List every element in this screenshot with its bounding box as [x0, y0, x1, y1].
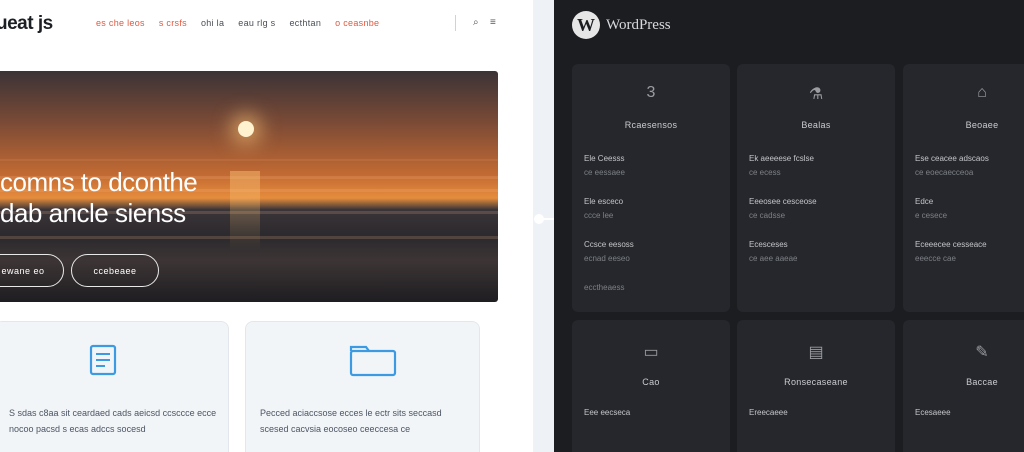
nav-divider: [455, 15, 456, 31]
folder-icon: [349, 345, 397, 377]
hero-title: comns to dconthe dab ancle sienss: [0, 167, 198, 229]
card-4-icon: ▭: [643, 344, 659, 361]
card-line: ce cadsse: [749, 211, 786, 220]
document-icon: [89, 344, 117, 376]
card-title: Rcaesensos: [624, 120, 678, 130]
feature-card-text: S sdas c8aa sit ceardaed cads aeicsd ccs…: [9, 408, 217, 434]
hero-secondary-button[interactable]: ccebeaee: [71, 254, 159, 287]
card-2-icon: ⚗: [808, 86, 824, 103]
feature-card-text: Pecced aciaccsose ecces le ectr sits sec…: [260, 408, 442, 434]
card-title: Bealas: [801, 120, 831, 130]
card-line: Ccsce eesoss: [584, 240, 634, 249]
dashboard-card-1[interactable]: 3 Rcaesensos Ele Ceesss ce eessaee Ele e…: [572, 64, 730, 312]
sun-reflection: [230, 171, 260, 251]
hero-primary-button[interactable]: s ewane eo: [0, 254, 64, 287]
card-line: ce aee aaeae: [749, 254, 798, 263]
card-title: Beoaee: [965, 120, 999, 130]
nav-link-3[interactable]: ohi la: [201, 18, 224, 28]
horizon-line: [0, 159, 498, 161]
wordpress-logo-icon[interactable]: W: [572, 11, 600, 39]
nav-links: es che leos s crsfs ohi la eau rlg s ect…: [96, 18, 379, 28]
wordpress-dashboard: W WordPress 3 Rcaesensos Ele Ceesss ce e…: [554, 0, 1024, 452]
card-line: Ele Ceesss: [584, 154, 625, 163]
hero-title-line2: dab ancle sienss: [0, 198, 186, 228]
card-line: e cesece: [915, 211, 948, 220]
card-title: Ronsecaseane: [784, 377, 848, 387]
dashboard-card-3[interactable]: ⌂ Beoaee Ese ceacee adscaos ce eoecaecce…: [903, 64, 1024, 312]
card-line: ce eoecaecceoa: [915, 168, 974, 177]
dashboard-card-2[interactable]: ⚗ Bealas Ek aeeeese fcslse ce ecess Eeeo…: [737, 64, 895, 312]
feature-card-1[interactable]: S sdas c8aa sit ceardaed cads aeicsd ccs…: [0, 321, 229, 452]
card-line: ce eessaee: [584, 168, 625, 177]
connector-dot: [534, 214, 544, 224]
card-line: Eceeecee cesseace: [915, 240, 987, 249]
card-line: ce ecess: [749, 168, 781, 177]
card-1-icon: 3: [646, 84, 656, 101]
dashboard-card-6[interactable]: ✎ Baccae Ecesaeee: [903, 320, 1024, 452]
card-line: ecctheaess: [584, 283, 625, 292]
card-line: Ereecaeee: [749, 408, 788, 417]
nav-link-2[interactable]: s crsfs: [159, 18, 187, 28]
dashboard-card-4[interactable]: ▭ Cao Eee eecseca: [572, 320, 730, 452]
site-logo[interactable]: ueat js: [0, 13, 53, 35]
site-navbar: ueat js es che leos s crsfs ohi la eau r…: [0, 0, 533, 52]
sun-graphic: [238, 121, 254, 137]
dashboard-brand: WordPress: [606, 17, 671, 33]
dashboard-card-5[interactable]: ▤ Ronsecaseane Ereecaeee: [737, 320, 895, 452]
card-5-icon: ▤: [808, 344, 824, 361]
nav-link-1[interactable]: es che leos: [96, 18, 145, 28]
hero-title-line1: comns to dconthe: [0, 167, 198, 197]
card-line: Eeeosee cesceose: [749, 197, 817, 206]
card-line: Ecesaeee: [915, 408, 951, 417]
card-title: Cao: [642, 377, 660, 387]
nav-link-4[interactable]: eau rlg s: [238, 18, 275, 28]
card-line: ecnad eeseo: [584, 254, 630, 263]
nav-link-5[interactable]: ecthtan: [290, 18, 322, 28]
card-line: Edce: [915, 197, 934, 206]
nav-link-6[interactable]: o ceasnbe: [335, 18, 379, 28]
hero-banner: comns to dconthe dab ancle sienss s ewan…: [0, 71, 498, 302]
card-line: Ecesceses: [749, 240, 788, 249]
card-3-icon: ⌂: [977, 84, 987, 101]
card-line: Eee eecseca: [584, 408, 631, 417]
card-line: eeecce cae: [915, 254, 956, 263]
card-line: Ese ceacee adscaos: [915, 154, 989, 163]
user-icon[interactable]: ⌕: [473, 17, 479, 28]
feature-card-2[interactable]: Pecced aciaccsose ecces le ectr sits sec…: [245, 321, 480, 452]
menu-icon[interactable]: ≡: [490, 17, 496, 28]
card-line: ccce lee: [584, 211, 614, 220]
card-title: Baccae: [966, 377, 998, 387]
site-preview: ueat js es che leos s crsfs ohi la eau r…: [0, 0, 533, 452]
card-line: Ele esceco: [584, 197, 624, 206]
card-line: Ek aeeeese fcslse: [749, 154, 814, 163]
card-6-icon: ✎: [975, 344, 989, 361]
